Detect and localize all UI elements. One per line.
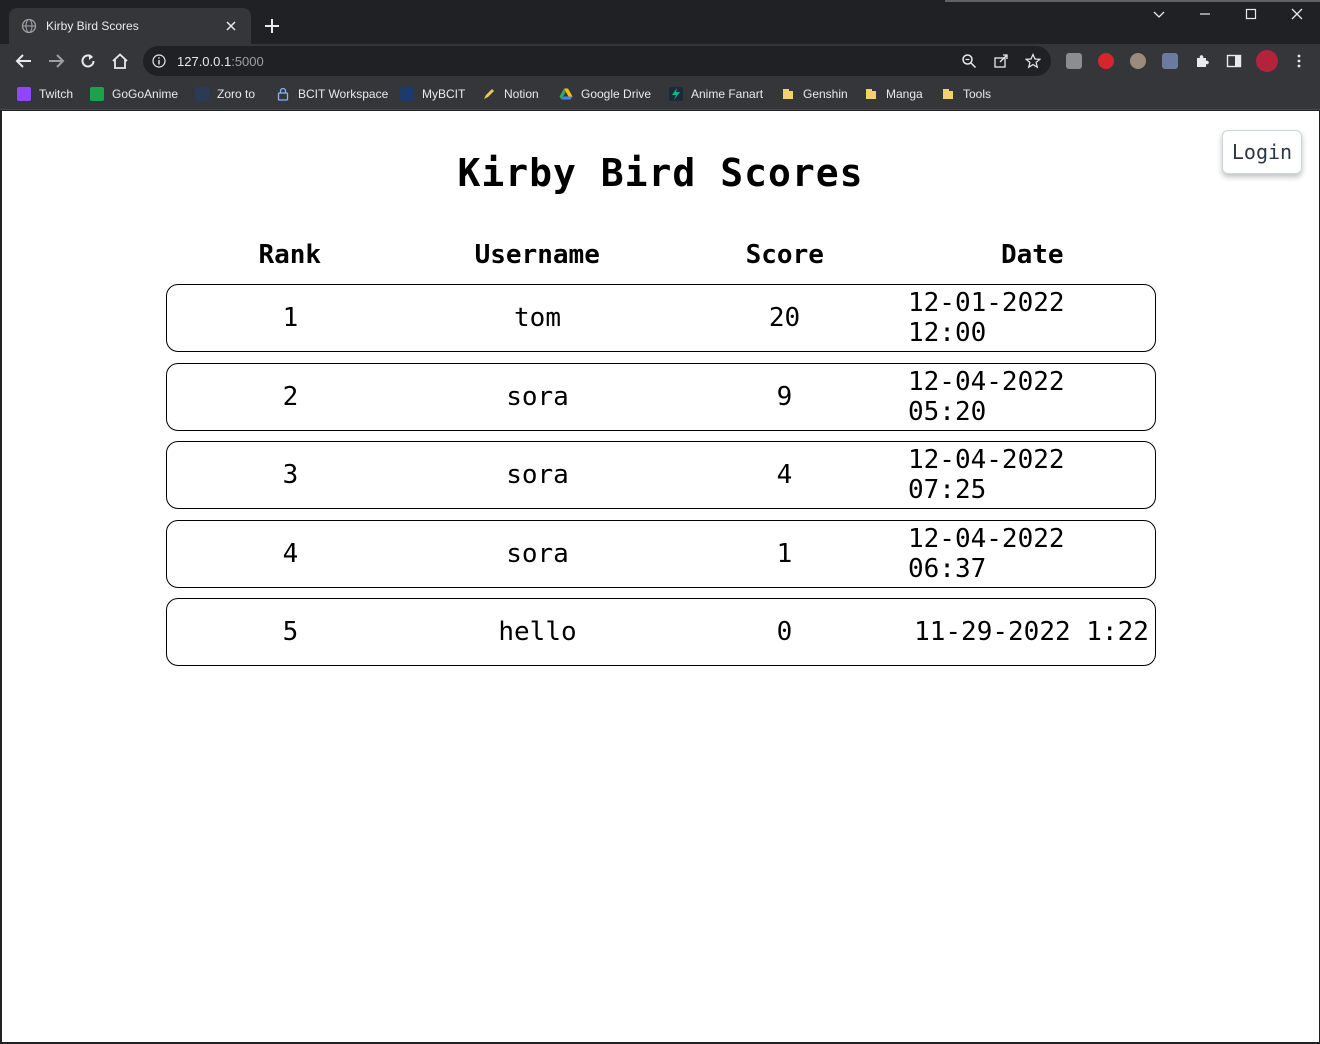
score-cell: 9 bbox=[776, 381, 793, 412]
bookmark-label: Google Drive bbox=[581, 87, 652, 101]
bookmark-label: Anime Fanart bbox=[691, 87, 764, 101]
page-viewport: Login Kirby Bird Scores Rank Username Sc… bbox=[2, 111, 1319, 1042]
column-header-score: Score bbox=[745, 240, 824, 270]
rank-cell: 4 bbox=[282, 538, 299, 569]
extension-icon[interactable] bbox=[1066, 53, 1082, 69]
side-panel-icon[interactable] bbox=[1226, 53, 1242, 69]
browser-titlebar: Kirby Bird Scores bbox=[0, 0, 1320, 44]
owl-extension-icon[interactable] bbox=[1130, 53, 1146, 69]
adblock-icon[interactable] bbox=[1098, 53, 1114, 69]
url-port: :5000 bbox=[231, 54, 264, 69]
back-arrow-icon[interactable] bbox=[14, 51, 34, 71]
lock-icon bbox=[276, 87, 290, 101]
zoom-icon[interactable] bbox=[961, 53, 977, 69]
date-cell: 12-04-2022 06:37 bbox=[908, 523, 1065, 584]
zoro-icon bbox=[195, 87, 209, 101]
bookmark-zoro[interactable]: Zoro to bbox=[195, 85, 255, 103]
bookmark-label: GoGoAnime bbox=[112, 87, 179, 101]
bookmark-twitch[interactable]: Twitch bbox=[17, 85, 73, 103]
bookmark-mybcit[interactable]: MyBCIT bbox=[400, 85, 465, 103]
bookmark-label: MyBCIT bbox=[422, 87, 466, 101]
scores-table: 1 tom 20 12-01-2022 12:00 2 sora 9 12-04… bbox=[166, 284, 1156, 677]
username-cell: sora bbox=[506, 381, 569, 412]
date-cell: 12-01-2022 12:00 bbox=[908, 288, 1065, 348]
score-row: 1 tom 20 12-01-2022 12:00 bbox=[166, 284, 1156, 352]
puzzle-icon[interactable] bbox=[1194, 53, 1210, 69]
fanart-icon bbox=[669, 87, 683, 101]
folder-icon bbox=[781, 87, 795, 101]
folder-icon bbox=[864, 87, 878, 101]
date-cell: 12-04-2022 05:20 bbox=[908, 366, 1065, 427]
menu-dots-icon[interactable] bbox=[1291, 53, 1307, 69]
bookmark-folder-genshin[interactable]: Genshin bbox=[781, 85, 848, 103]
extension-icon[interactable] bbox=[1162, 53, 1178, 69]
page-title: Kirby Bird Scores bbox=[457, 151, 864, 195]
url-text: 127.0.0.1:5000 bbox=[177, 54, 264, 69]
rank-cell: 3 bbox=[282, 460, 299, 490]
score-row: 3 sora 4 12-04-2022 07:25 bbox=[166, 441, 1156, 509]
url-host: 127.0.0.1 bbox=[177, 54, 232, 69]
scores-table-header: Rank Username Score Date bbox=[166, 237, 1156, 273]
window-top-edge bbox=[945, 0, 1320, 2]
bookmark-label: Tools bbox=[963, 87, 992, 101]
score-row: 2 sora 9 12-04-2022 05:20 bbox=[166, 362, 1156, 431]
forward-arrow-icon[interactable] bbox=[46, 51, 66, 71]
reload-icon[interactable] bbox=[78, 51, 98, 71]
bookmark-notion[interactable]: Notion bbox=[482, 85, 539, 103]
folder-icon bbox=[941, 87, 955, 101]
tab-title: Kirby Bird Scores bbox=[46, 19, 139, 33]
site-info-icon[interactable] bbox=[152, 54, 166, 68]
username-cell: hello bbox=[498, 617, 577, 647]
browser-toolbar: 127.0.0.1:5000 bbox=[0, 44, 1320, 78]
username-cell: tom bbox=[514, 303, 561, 333]
home-icon[interactable] bbox=[110, 51, 130, 71]
bookmark-label: Manga bbox=[886, 87, 923, 101]
column-header-rank: Rank bbox=[258, 240, 322, 270]
column-header-username: Username bbox=[474, 240, 600, 270]
bookmark-label: BCIT Workspace bbox=[298, 87, 389, 101]
address-bar[interactable]: 127.0.0.1:5000 bbox=[143, 46, 1051, 76]
bookmark-label: Notion bbox=[504, 87, 539, 101]
score-cell: 0 bbox=[776, 617, 793, 647]
score-cell: 1 bbox=[776, 538, 793, 569]
bookmark-label: Twitch bbox=[39, 87, 74, 101]
rank-cell: 2 bbox=[282, 381, 299, 412]
globe-icon bbox=[21, 18, 37, 34]
date-cell: 11-29-2022 1:22 bbox=[914, 617, 1149, 647]
close-tab-icon[interactable] bbox=[223, 18, 239, 34]
mybcit-icon bbox=[400, 87, 414, 101]
bookmark-label: Zoro to bbox=[217, 87, 256, 101]
pencil-icon bbox=[482, 87, 496, 101]
score-row: 4 sora 1 12-04-2022 06:37 bbox=[166, 519, 1156, 588]
date-cell: 12-04-2022 07:25 bbox=[908, 445, 1065, 505]
rank-cell: 1 bbox=[282, 303, 299, 333]
bookmarks-bar: Twitch GoGoAnime Zoro to BCIT Workspace … bbox=[0, 78, 1320, 110]
score-cell: 4 bbox=[776, 460, 793, 490]
maximize-icon[interactable] bbox=[1241, 4, 1261, 24]
rank-cell: 5 bbox=[282, 617, 299, 647]
bookmark-google-drive[interactable]: Google Drive bbox=[559, 85, 651, 103]
username-cell: sora bbox=[506, 538, 569, 569]
column-header-date: Date bbox=[1000, 240, 1064, 270]
score-row: 5 hello 0 11-29-2022 1:22 bbox=[166, 598, 1156, 666]
bookmark-folder-manga[interactable]: Manga bbox=[864, 85, 923, 103]
bookmark-bcit-workspace[interactable]: BCIT Workspace bbox=[276, 85, 388, 103]
twitch-icon bbox=[17, 87, 31, 101]
bookmark-star-icon[interactable] bbox=[1025, 53, 1041, 69]
share-icon[interactable] bbox=[993, 53, 1009, 69]
google-drive-icon bbox=[559, 87, 573, 101]
score-cell: 20 bbox=[768, 303, 801, 333]
browser-tab[interactable]: Kirby Bird Scores bbox=[9, 8, 251, 44]
bookmark-folder-tools[interactable]: Tools bbox=[941, 85, 991, 103]
tab-search-chevron-icon[interactable] bbox=[1149, 4, 1169, 24]
profile-avatar[interactable] bbox=[1256, 50, 1278, 72]
bookmark-gogoanime[interactable]: GoGoAnime bbox=[90, 85, 178, 103]
username-cell: sora bbox=[506, 460, 569, 490]
close-window-icon[interactable] bbox=[1287, 4, 1307, 24]
gogoanime-icon bbox=[90, 87, 104, 101]
minimize-icon[interactable] bbox=[1195, 4, 1215, 24]
new-tab-icon[interactable] bbox=[262, 16, 282, 36]
bookmark-label: Genshin bbox=[803, 87, 848, 101]
bookmark-anime-fanart[interactable]: Anime Fanart bbox=[669, 85, 763, 103]
